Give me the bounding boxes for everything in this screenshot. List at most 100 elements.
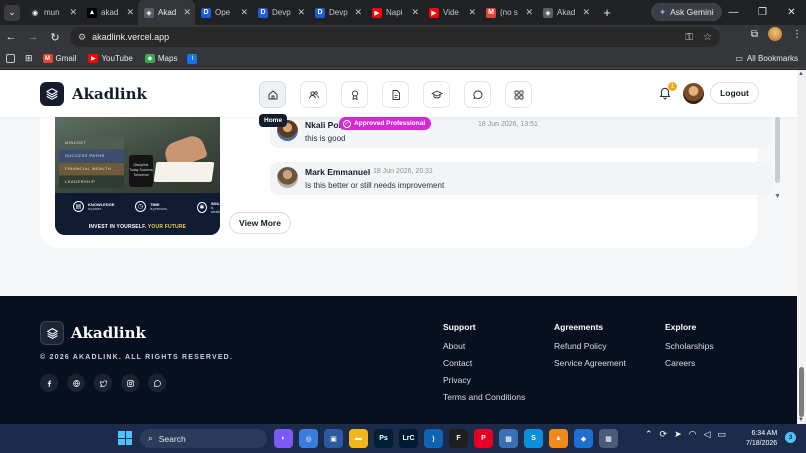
chevron-up-icon[interactable]: ⌃: [645, 429, 653, 440]
nav-chat-button[interactable]: [464, 81, 491, 108]
footer-link[interactable]: Contact: [443, 358, 525, 368]
browser-tab[interactable]: ▲ akad ✕: [81, 0, 138, 25]
apps-grid-icon[interactable]: ⊞: [25, 53, 33, 64]
bookmark-youtube[interactable]: ▶ YouTube: [88, 54, 133, 63]
browser-tab[interactable]: ◈ Akad ✕: [138, 0, 195, 25]
close-tab-icon[interactable]: ✕: [69, 7, 77, 18]
footer-link[interactable]: Refund Policy: [554, 341, 626, 351]
browser-tab[interactable]: D Devp ✕: [252, 0, 309, 25]
close-tab-icon[interactable]: ✕: [297, 7, 305, 18]
instagram-link[interactable]: [121, 374, 139, 392]
figma-icon[interactable]: F: [449, 429, 468, 448]
close-tab-icon[interactable]: ✕: [240, 7, 248, 18]
close-tab-icon[interactable]: ✕: [183, 7, 191, 18]
restore-icon[interactable]: ❐: [748, 0, 777, 25]
send-icon[interactable]: ➤: [674, 429, 682, 440]
footer-logo[interactable]: Akadlink: [40, 321, 146, 345]
bookmark-star-icon[interactable]: ☆: [703, 32, 712, 43]
bookmark-maps[interactable]: ◆ Maps: [144, 54, 177, 63]
lightroom-icon[interactable]: LrC: [399, 429, 418, 448]
footer-link[interactable]: Careers: [665, 358, 714, 368]
windows-start-icon[interactable]: [118, 431, 132, 445]
copilot-icon[interactable]: ◐: [274, 429, 293, 448]
whatsapp-link[interactable]: [148, 374, 166, 392]
site-info-icon[interactable]: ⚙: [78, 32, 86, 43]
nav-users-button[interactable]: [300, 81, 327, 108]
page-scrollbar[interactable]: ▲ ▼: [797, 70, 806, 424]
close-tab-icon[interactable]: ✕: [126, 7, 134, 18]
tab-groups-icon[interactable]: [6, 54, 15, 63]
close-tab-icon[interactable]: ✕: [468, 7, 476, 18]
chrome-icon[interactable]: ◎: [299, 429, 318, 448]
browser-tab[interactable]: M (no s ✕: [480, 0, 537, 25]
nav-award-button[interactable]: [341, 81, 368, 108]
nav-graduation-cap-button[interactable]: [423, 81, 450, 108]
profile-avatar[interactable]: [768, 27, 782, 41]
browser-tab[interactable]: ◈ Akad ✕: [537, 0, 594, 25]
menu-icon[interactable]: ⋮: [792, 29, 802, 40]
nav-document-button[interactable]: [382, 81, 409, 108]
back-icon[interactable]: ←: [0, 26, 22, 48]
browser-tab[interactable]: D Ope ✕: [195, 0, 252, 25]
commenter-avatar[interactable]: [277, 167, 298, 188]
photoshop-icon[interactable]: Ps: [374, 429, 393, 448]
taskbar-search[interactable]: ⌕ Search: [140, 429, 267, 448]
minimize-icon[interactable]: —: [719, 0, 748, 25]
close-tab-icon[interactable]: ✕: [582, 7, 590, 18]
file-explorer-icon[interactable]: ▬: [349, 429, 368, 448]
reload-icon[interactable]: ↻: [44, 26, 66, 48]
scroll-down-icon[interactable]: ▼: [774, 193, 781, 200]
clock[interactable]: 6:34 AM 7/18/2026: [746, 429, 777, 448]
footer-link[interactable]: About: [443, 341, 525, 351]
scrollbar-thumb[interactable]: [799, 367, 804, 417]
password-key-icon[interactable]: ⚿: [685, 32, 693, 43]
bookmark-gmail[interactable]: M Gmail: [42, 54, 76, 63]
info-extension-icon[interactable]: i: [187, 53, 198, 64]
all-bookmarks[interactable]: ▭ All Bookmarks: [735, 54, 798, 63]
skype-icon[interactable]: S: [524, 429, 543, 448]
defender-icon[interactable]: ◆: [574, 429, 593, 448]
nav-grid-button[interactable]: [505, 81, 532, 108]
facebook-link[interactable]: [40, 374, 58, 392]
pinterest-icon[interactable]: P: [474, 429, 493, 448]
twitter-link[interactable]: [94, 374, 112, 392]
battery-icon[interactable]: ▭: [717, 429, 726, 440]
commenter-name[interactable]: Mark Emmanuel: [305, 167, 370, 177]
task-view-icon[interactable]: ▣: [324, 429, 343, 448]
vscode-icon[interactable]: ⟩: [424, 429, 443, 448]
wifi-icon[interactable]: ◠: [689, 429, 697, 440]
sync-icon[interactable]: ⟳: [660, 429, 668, 440]
photos-icon[interactable]: ▩: [499, 429, 518, 448]
close-window-icon[interactable]: ✕: [777, 0, 806, 25]
logout-button[interactable]: Logout: [710, 82, 759, 104]
tab-search-icon[interactable]: ⌄: [4, 4, 20, 21]
notification-count[interactable]: 3: [785, 432, 796, 443]
close-tab-icon[interactable]: ✕: [411, 7, 419, 18]
nav-home-button[interactable]: [259, 81, 286, 108]
footer-link[interactable]: Service Agreement: [554, 358, 626, 368]
close-tab-icon[interactable]: ✕: [525, 7, 533, 18]
address-bar[interactable]: ⚙ akadlink.vercel.app ⚿ ☆: [70, 27, 720, 47]
globe-link[interactable]: [67, 374, 85, 392]
browser-tab[interactable]: ▶ Napi ✕: [366, 0, 423, 25]
volume-icon[interactable]: ◁: [704, 429, 711, 440]
store-icon[interactable]: ▦: [599, 429, 618, 448]
footer-link[interactable]: Privacy: [443, 375, 525, 385]
footer-link[interactable]: Terms and Conditions: [443, 392, 525, 402]
browser-tab[interactable]: ▶ Vide ✕: [423, 0, 480, 25]
ask-gemini-button[interactable]: ✦ Ask Gemini: [651, 3, 722, 21]
extensions-icon[interactable]: ⧉: [751, 29, 758, 40]
view-more-button[interactable]: View More: [229, 212, 291, 234]
new-tab-icon[interactable]: +: [600, 5, 614, 20]
browser-tab[interactable]: D Devp ✕: [309, 0, 366, 25]
close-tab-icon[interactable]: ✕: [354, 7, 362, 18]
user-avatar[interactable]: [683, 83, 704, 104]
vlc-icon[interactable]: ▲: [549, 429, 568, 448]
comments-scrollbar[interactable]: [775, 117, 780, 183]
site-logo[interactable]: Akadlink: [40, 82, 147, 106]
scroll-down-icon[interactable]: ▼: [798, 417, 804, 423]
scroll-up-icon[interactable]: ▲: [798, 71, 804, 77]
forward-icon[interactable]: →: [22, 26, 44, 48]
browser-tab[interactable]: ◉ mun ✕: [24, 0, 81, 25]
footer-link[interactable]: Scholarships: [665, 341, 714, 351]
